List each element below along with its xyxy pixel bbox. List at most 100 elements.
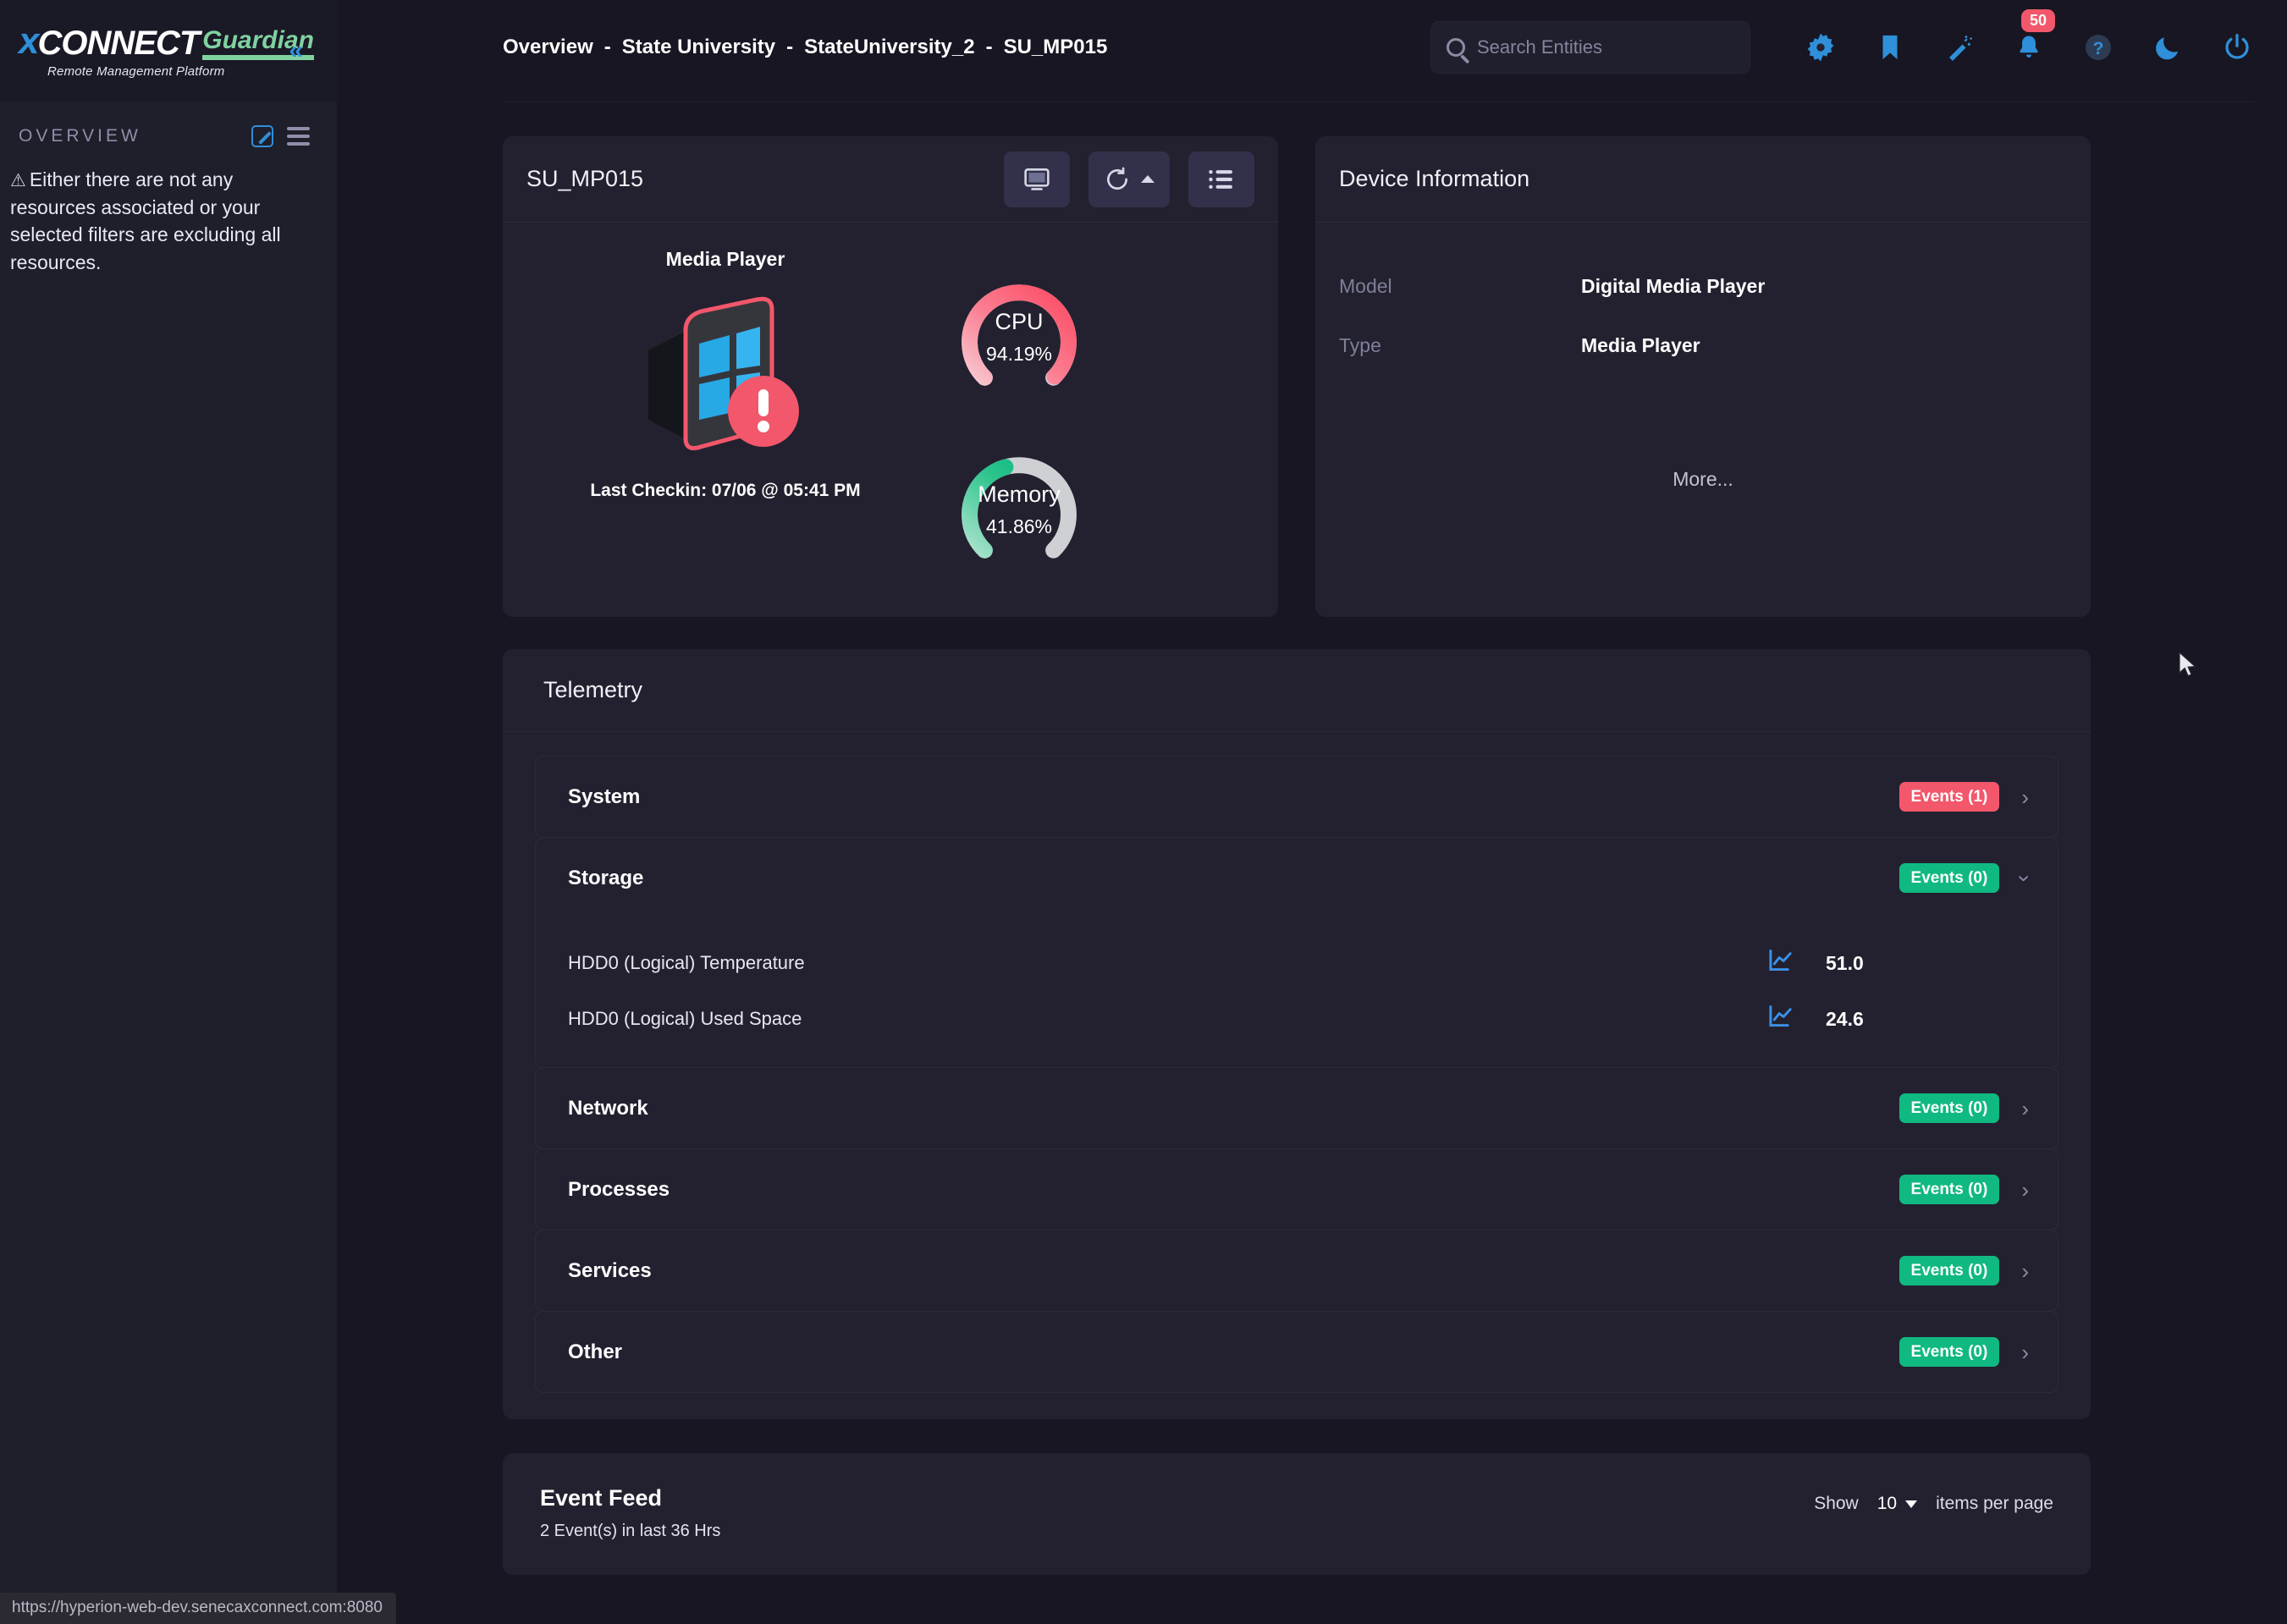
device-card-actions xyxy=(1004,151,1254,207)
content-area: SU_MP015 Media Player Last Checkin: 07/0… xyxy=(503,102,2287,1575)
telemetry-group-row[interactable]: Storage Events (0) › xyxy=(536,838,2058,918)
device-card: SU_MP015 Media Player Last Checkin: 07/0… xyxy=(503,136,1278,617)
events-badge[interactable]: Events (0) xyxy=(1898,863,2000,893)
device-information-title: Device Information xyxy=(1339,166,1530,191)
cpu-gauge: CPU 94.19% xyxy=(946,261,1092,407)
chevron-down-icon[interactable]: › xyxy=(2013,874,2038,882)
telemetry-metric-label: HDD0 (Logical) Used Space xyxy=(568,1008,802,1029)
breadcrumb-item-su-mp015[interactable]: SU_MP015 xyxy=(1004,36,1108,59)
sidebar-empty-message-text: Either there are not any resources assoc… xyxy=(10,168,281,274)
device-information-header: Device Information xyxy=(1315,136,2091,223)
device-information-more-link[interactable]: More... xyxy=(1339,468,2067,491)
info-value: Digital Media Player xyxy=(1581,274,1766,297)
events-badge[interactable]: Events (0) xyxy=(1898,1175,2000,1204)
telemetry-group-label: Services xyxy=(568,1258,652,1282)
logo-tagline: Remote Management Platform xyxy=(47,64,225,79)
chevron-double-left-icon[interactable]: « xyxy=(289,38,303,63)
breadcrumb-separator: - xyxy=(603,36,611,58)
chevron-right-icon[interactable]: › xyxy=(2021,1341,2029,1363)
line-chart-icon[interactable] xyxy=(1768,949,1795,978)
page-size-select[interactable]: 10 xyxy=(1876,1494,1918,1514)
hamburger-icon[interactable] xyxy=(287,127,310,146)
telemetry-group-storage: Storage Events (0) › HDD0 (Logical) Temp… xyxy=(535,837,2058,1068)
breadcrumb-item-overview[interactable]: Overview xyxy=(503,36,593,59)
telemetry-group-label: Network xyxy=(568,1096,648,1120)
main-area: Overview - State University - StateUnive… xyxy=(337,0,2287,1624)
chevron-right-icon[interactable]: › xyxy=(2021,1260,2029,1282)
cards-row: SU_MP015 Media Player Last Checkin: 07/0… xyxy=(503,102,2255,617)
memory-gauge-label: Memory xyxy=(978,482,1061,507)
telemetry-group-row[interactable]: Services Events (0) › xyxy=(536,1230,2058,1311)
info-row-type: Type Media Player xyxy=(1339,316,2067,375)
telemetry-metric-row[interactable]: HDD0 (Logical) Used Space 24.6 xyxy=(568,996,2029,1042)
device-card-body: Media Player Last Checkin: 07/06 @ 05:41… xyxy=(503,223,1278,617)
telemetry-metric-row[interactable]: HDD0 (Logical) Temperature 51.0 xyxy=(568,940,2029,986)
device-card-header: SU_MP015 xyxy=(503,136,1278,223)
events-badge[interactable]: Events (1) xyxy=(1898,782,2000,812)
settings-gear-icon[interactable] xyxy=(1805,31,1837,63)
edit-icon[interactable] xyxy=(251,125,273,147)
line-chart-icon[interactable] xyxy=(1768,1005,1795,1034)
telemetry-group-row[interactable]: Other Events (0) › xyxy=(536,1312,2058,1392)
notification-badge: 50 xyxy=(2021,9,2056,32)
telemetry-group-processes: Processes Events (0) › xyxy=(535,1148,2058,1230)
telemetry-card: Telemetry System Events (1) › Storage Ev… xyxy=(503,649,2091,1419)
caret-up-icon[interactable] xyxy=(1141,175,1155,183)
breadcrumb: Overview - State University - StateUnive… xyxy=(503,36,1107,59)
memory-gauge: Memory 41.86% xyxy=(946,434,1092,580)
device-information-body: Model Digital Media Player Type Media Pl… xyxy=(1315,223,2091,617)
actions-list-button[interactable] xyxy=(1188,151,1254,207)
breadcrumb-item-state-university[interactable]: State University xyxy=(622,36,775,59)
telemetry-title: Telemetry xyxy=(543,677,643,702)
cpu-gauge-value: 94.19% xyxy=(985,343,1052,365)
telemetry-header: Telemetry xyxy=(503,649,2091,732)
telemetry-group-label: Processes xyxy=(568,1177,670,1201)
chevron-right-icon[interactable]: › xyxy=(2021,786,2029,808)
reboot-button[interactable] xyxy=(1088,151,1170,207)
device-gauges: CPU 94.19% Memory 41.86% xyxy=(946,245,1092,580)
device-illustration xyxy=(526,274,924,476)
bookmark-icon[interactable] xyxy=(1874,31,1906,63)
chevron-right-icon[interactable]: › xyxy=(2021,1179,2029,1201)
top-bar: Overview - State University - StateUnive… xyxy=(337,0,2287,95)
chevron-right-icon[interactable]: › xyxy=(2021,1098,2029,1120)
event-feed-card: Event Feed 2 Event(s) in last 36 Hrs Sho… xyxy=(503,1453,2091,1575)
sidebar-section-header: OVERVIEW xyxy=(0,102,337,154)
top-bar-icon-group: 50 ? xyxy=(1805,9,2253,63)
dark-mode-moon-icon[interactable] xyxy=(2152,31,2184,63)
events-badge[interactable]: Events (0) xyxy=(1898,1093,2000,1123)
device-information-card: Device Information Model Digital Media P… xyxy=(1315,136,2091,617)
events-badge[interactable]: Events (0) xyxy=(1898,1256,2000,1285)
events-badge[interactable]: Events (0) xyxy=(1898,1337,2000,1367)
app-root: x CONNECT Guardian Remote Management Pla… xyxy=(0,0,2287,1624)
device-card-title: SU_MP015 xyxy=(526,166,644,191)
search-box[interactable] xyxy=(1430,21,1750,74)
telemetry-group-row[interactable]: Processes Events (0) › xyxy=(536,1149,2058,1230)
telemetry-metric-value: 51.0 xyxy=(1826,951,1864,974)
magic-wand-icon[interactable] xyxy=(1943,31,1976,63)
telemetry-group-list: System Events (1) › Storage Events (0) ›… xyxy=(503,732,2091,1419)
info-key: Model xyxy=(1339,274,1392,297)
search-input[interactable] xyxy=(1477,36,1734,58)
breadcrumb-item-stateuniversity-2[interactable]: StateUniversity_2 xyxy=(804,36,974,59)
info-value: Media Player xyxy=(1581,333,1700,356)
help-circle-icon[interactable]: ? xyxy=(2082,31,2114,63)
device-last-checkin: Last Checkin: 07/06 @ 05:41 PM xyxy=(590,481,861,500)
remote-screen-button[interactable] xyxy=(1004,151,1070,207)
telemetry-group-system: System Events (1) › xyxy=(535,756,2058,838)
telemetry-group-row[interactable]: System Events (1) › xyxy=(536,757,2058,837)
logo-x-mark: x xyxy=(19,20,40,62)
telemetry-metric-value: 24.6 xyxy=(1826,1007,1864,1030)
app-logo[interactable]: x CONNECT Guardian Remote Management Pla… xyxy=(19,23,314,79)
memory-gauge-value: 41.86% xyxy=(985,515,1052,537)
page-size-value: 10 xyxy=(1876,1494,1898,1513)
telemetry-group-label: Other xyxy=(568,1340,623,1363)
sidebar-section-title: OVERVIEW xyxy=(19,126,141,146)
notification-bell-icon[interactable]: 50 xyxy=(2013,9,2056,63)
status-bar-url: https://hyperion-web-dev.senecaxconnect.… xyxy=(0,1593,396,1624)
info-row-model: Model Digital Media Player xyxy=(1339,256,2067,316)
telemetry-metric-list: HDD0 (Logical) Temperature 51.0 HDD0 (Lo… xyxy=(536,918,2058,1067)
power-icon[interactable] xyxy=(2221,31,2253,63)
telemetry-group-row[interactable]: Network Events (0) › xyxy=(536,1068,2058,1148)
device-type-label: Media Player xyxy=(665,248,785,270)
